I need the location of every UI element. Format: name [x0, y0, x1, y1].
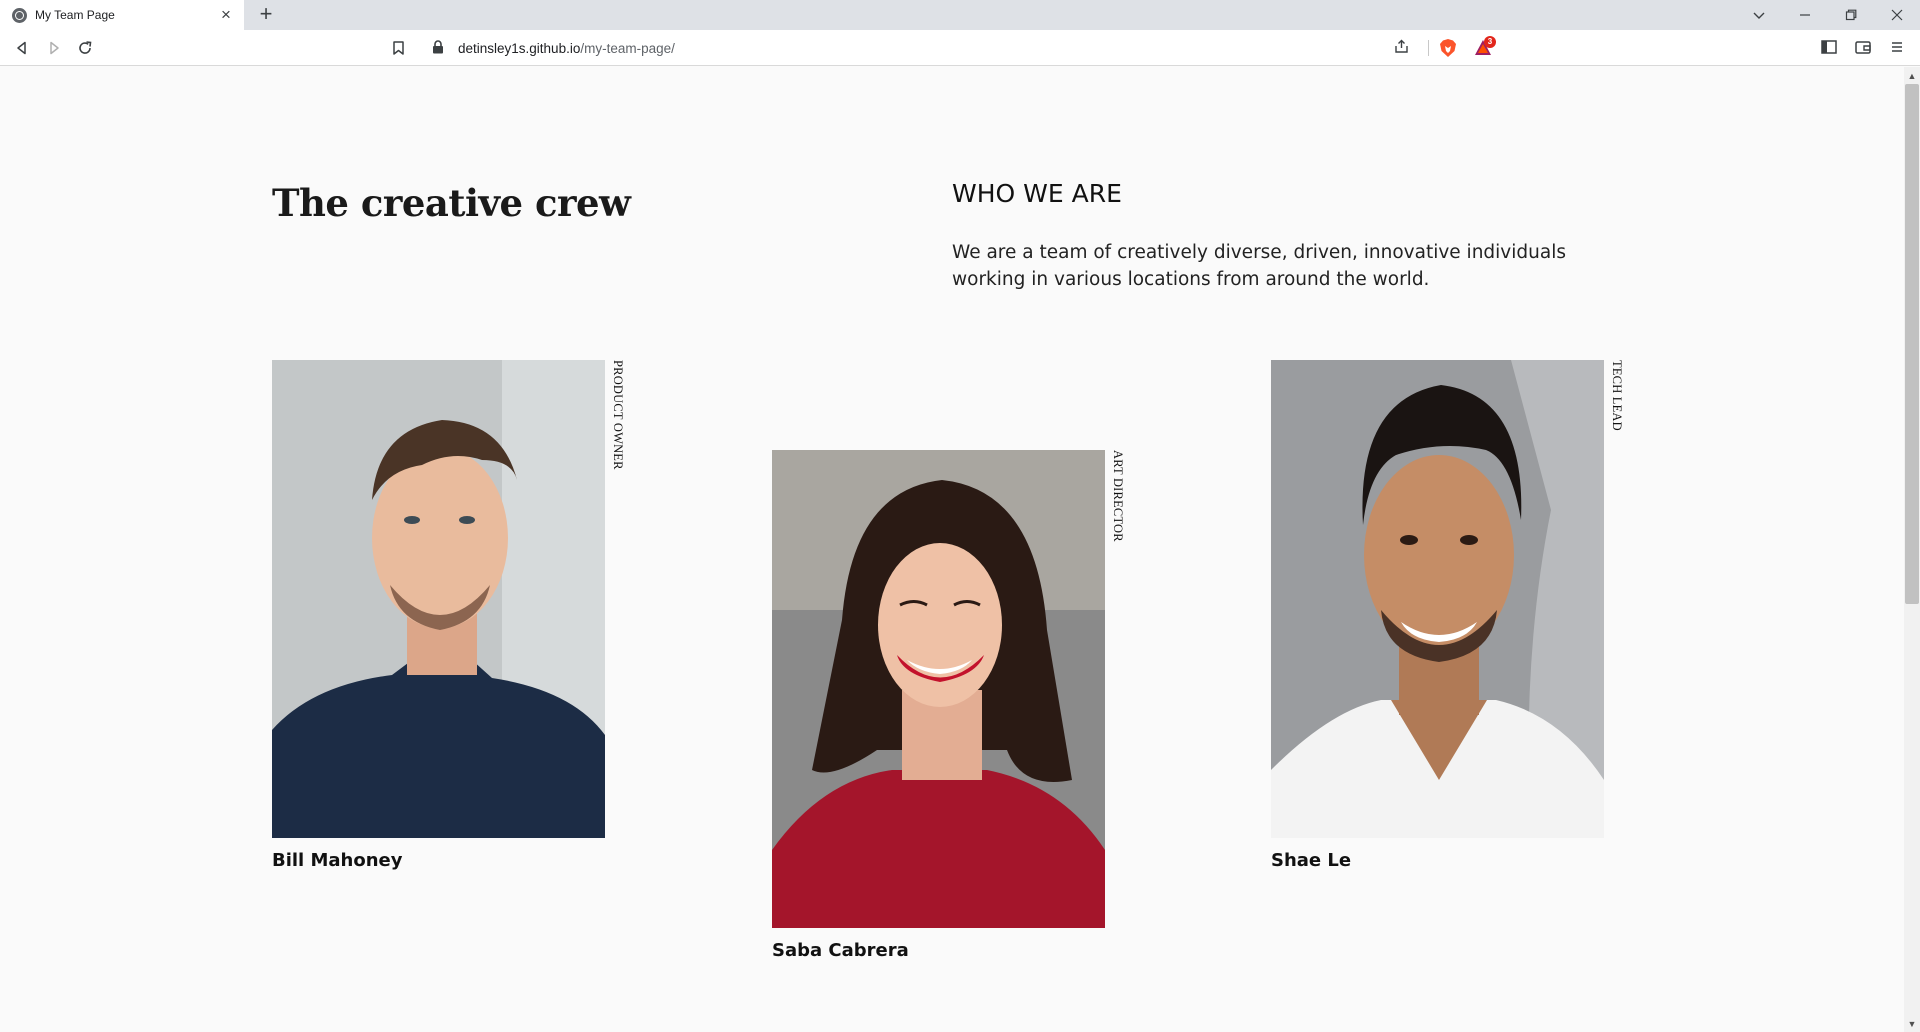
bookmark-icon[interactable]: [388, 36, 408, 60]
address-bar[interactable]: detinsley1s.github.io/my-team-page/: [420, 34, 1500, 62]
browser-toolbar: detinsley1s.github.io/my-team-page/: [0, 30, 1920, 66]
menu-icon[interactable]: [1888, 38, 1908, 58]
sidebar-icon[interactable]: [1820, 38, 1840, 58]
forward-arrow-icon[interactable]: [42, 36, 66, 60]
scroll-down-icon[interactable]: ▼: [1904, 1016, 1920, 1032]
team-member-photo: [1271, 360, 1604, 838]
restore-icon[interactable]: [1828, 0, 1874, 30]
team-member-name: Saba Cabrera: [772, 940, 909, 961]
url-host: detinsley1s.github.io: [458, 40, 581, 56]
plus-icon[interactable]: +: [254, 3, 278, 27]
team-member-card: ART DIRECTOR Saba Cabrera: [772, 450, 1144, 970]
team-member-card: TECH LEAD Shae Le: [1271, 360, 1643, 880]
team-member-role: PRODUCT OWNER: [611, 360, 625, 470]
brave-lion-icon[interactable]: [1438, 38, 1458, 58]
team-member-photo: [772, 450, 1105, 928]
scroll-up-icon[interactable]: ▲: [1904, 68, 1920, 84]
reload-icon[interactable]: [73, 36, 97, 60]
team-member-role: TECH LEAD: [1610, 360, 1624, 431]
rewards-badge: 3: [1484, 36, 1496, 48]
tab-strip: My Team Page × +: [0, 0, 1920, 30]
tab-title: My Team Page: [35, 8, 115, 22]
who-we-are-heading: WHO WE ARE: [952, 179, 1122, 208]
who-we-are-text: We are a team of creatively diverse, dri…: [952, 242, 1566, 290]
team-member-role: ART DIRECTOR: [1111, 450, 1125, 542]
team-member-name: Bill Mahoney: [272, 850, 403, 871]
back-arrow-icon[interactable]: [10, 36, 34, 60]
team-member-name: Shae Le: [1271, 850, 1352, 871]
url-text: detinsley1s.github.io/my-team-page/: [458, 41, 675, 56]
wallet-icon[interactable]: [1854, 38, 1874, 58]
page-viewport: The creative crew WHO WE ARE We are a te…: [0, 67, 1904, 1032]
page-title: The creative crew: [272, 181, 631, 225]
url-path: /my-team-page/: [580, 40, 675, 56]
team-member-card: PRODUCT OWNER Bill Mahoney: [272, 360, 644, 880]
minimize-icon[interactable]: [1782, 0, 1828, 30]
team-member-photo: [272, 360, 605, 838]
toolbar-separator: [1428, 40, 1429, 56]
close-icon[interactable]: ×: [218, 6, 234, 23]
tab-my-team-page[interactable]: My Team Page ×: [0, 0, 244, 30]
share-icon[interactable]: [1394, 38, 1410, 59]
close-window-icon[interactable]: [1874, 0, 1920, 30]
scrollbar-thumb[interactable]: [1905, 84, 1919, 604]
globe-icon: [12, 7, 27, 23]
chevron-down-icon[interactable]: [1736, 0, 1782, 30]
lock-icon[interactable]: [432, 40, 448, 56]
